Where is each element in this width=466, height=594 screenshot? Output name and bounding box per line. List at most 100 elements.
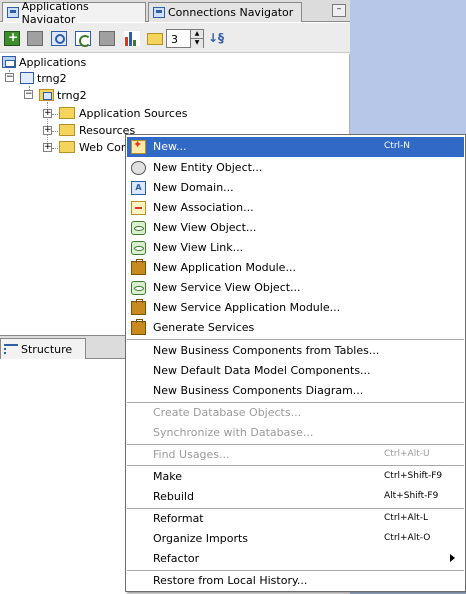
jdeveloper-window: Applications Navigator Connections Navig…: [0, 0, 466, 594]
menu-item-organize-imports[interactable]: Organize Imports Ctrl+Alt-O: [127, 529, 464, 549]
tree-node-applications[interactable]: Applications: [2, 54, 86, 70]
find-icon[interactable]: [51, 31, 67, 46]
minimize-button[interactable]: –: [332, 4, 346, 17]
menu-item-shortcut: Ctrl-N: [384, 141, 410, 151]
menu-item-shortcut: Ctrl+Alt-L: [384, 513, 429, 523]
menu-item-refactor[interactable]: Refactor: [127, 549, 464, 569]
folder-icon[interactable]: [147, 33, 163, 45]
menu-item-shortcut: Ctrl+Alt-U: [384, 449, 430, 459]
expand-icon[interactable]: +: [43, 126, 52, 135]
stepper-down-icon[interactable]: ▼: [190, 39, 203, 48]
menu-item-label: Find Usages...: [153, 448, 230, 461]
level-stepper[interactable]: 3 ▲ ▼: [166, 29, 204, 48]
menu-item-find-usages[interactable]: Find Usages... Ctrl+Alt-U: [127, 445, 464, 465]
application-icon: [20, 72, 34, 84]
tree-node-label: trng2: [37, 71, 67, 85]
project-icon: [39, 89, 54, 101]
menu-separator: [127, 339, 464, 340]
menu-item-label: New Default Data Model Components...: [153, 364, 371, 377]
menu-item-new-domain[interactable]: A New Domain...: [127, 178, 464, 198]
folder-icon: [59, 124, 75, 136]
menu-item-new[interactable]: New... Ctrl-N: [127, 137, 464, 157]
menu-separator: [127, 465, 464, 466]
tree-node-label: trng2: [57, 88, 87, 102]
menu-item-new-service-view-object[interactable]: New Service View Object...: [127, 278, 464, 298]
expand-icon[interactable]: +: [43, 109, 52, 118]
entity-object-icon: [131, 161, 146, 175]
menu-item-label: New Application Module...: [153, 261, 296, 274]
add-icon[interactable]: [4, 30, 20, 46]
menu-item-new-view-object[interactable]: New View Object...: [127, 218, 464, 238]
folder-icon: [59, 107, 75, 119]
navigator-toolbar: 3 ▲ ▼ ↓§: [0, 23, 350, 53]
association-icon: [131, 201, 146, 215]
tab-structure[interactable]: Structure: [0, 338, 86, 359]
menu-item-default-data-model-components[interactable]: New Default Data Model Components...: [127, 361, 464, 381]
tree-node-resources[interactable]: Resources: [59, 122, 135, 138]
generate-services-icon: [131, 319, 146, 335]
menu-item-synchronize-with-database[interactable]: Synchronize with Database...: [127, 423, 464, 443]
menu-item-label: Organize Imports: [153, 532, 249, 545]
menu-item-new-entity-object[interactable]: New Entity Object...: [127, 158, 464, 178]
tree-node-label: Applications: [19, 55, 87, 69]
menu-item-business-components-from-tables[interactable]: New Business Components from Tables...: [127, 341, 464, 361]
menu-item-label: Generate Services: [153, 321, 255, 334]
view-object-icon: [131, 221, 146, 235]
tree-node-project[interactable]: trng2: [39, 87, 87, 103]
tree-node-label: Web Con: [79, 140, 128, 154]
tab-label: Connections Navigator: [168, 6, 294, 19]
tree-node-app[interactable]: trng2: [20, 70, 67, 86]
menu-item-label: New Association...: [153, 201, 254, 214]
menu-item-label: Reformat: [153, 512, 204, 525]
view-link-icon: [131, 241, 146, 255]
navigator-tab-bar: Applications Navigator Connections Navig…: [0, 0, 350, 26]
new-icon: [131, 138, 146, 154]
menu-item-create-database-objects[interactable]: Create Database Objects...: [127, 403, 464, 423]
sync-icon[interactable]: [75, 31, 91, 47]
delete-icon[interactable]: [27, 31, 43, 46]
menu-item-label: New Business Components from Tables...: [153, 344, 380, 357]
folder-icon: [59, 141, 75, 153]
menu-item-restore-from-local-history[interactable]: Restore from Local History...: [127, 571, 464, 591]
menu-item-reformat[interactable]: Reformat Ctrl+Alt-L: [127, 509, 464, 529]
menu-item-label: New Entity Object...: [153, 161, 263, 174]
level-value[interactable]: 3: [171, 33, 178, 46]
sort-icon[interactable]: ↓§: [208, 31, 224, 46]
menu-item-rebuild[interactable]: Rebuild Alt+Shift-F9: [127, 487, 464, 507]
menu-item-label: Refactor: [153, 552, 200, 565]
menu-item-label: New...: [153, 140, 187, 153]
tree-node-application-sources[interactable]: Application Sources: [59, 105, 187, 121]
menu-item-label: Restore from Local History...: [153, 574, 308, 587]
tab-applications-navigator[interactable]: Applications Navigator: [2, 0, 146, 26]
menu-item-new-view-link[interactable]: New View Link...: [127, 238, 464, 258]
service-application-module-icon: [131, 299, 146, 315]
menu-item-make[interactable]: Make Ctrl+Shift-F9: [127, 467, 464, 487]
menu-item-label: New View Link...: [153, 241, 244, 254]
service-view-object-icon: [131, 281, 146, 295]
structure-icon: [4, 344, 18, 354]
menu-item-new-association[interactable]: New Association...: [127, 198, 464, 218]
menu-item-label: New Business Components Diagram...: [153, 384, 364, 397]
tab-label: Applications Navigator: [21, 0, 89, 26]
collapse-icon[interactable]: −: [5, 73, 14, 82]
tree-node-web-content[interactable]: Web Con: [59, 139, 128, 155]
menu-item-label: Make: [153, 470, 182, 483]
tab-connections-navigator[interactable]: Connections Navigator: [148, 2, 302, 22]
connections-navigator-icon: [153, 7, 165, 18]
collapse-icon[interactable]: −: [24, 90, 33, 99]
menu-item-generate-services[interactable]: Generate Services: [127, 318, 464, 338]
menu-item-label: Synchronize with Database...: [153, 426, 314, 439]
menu-item-label: New View Object...: [153, 221, 257, 234]
domain-icon: A: [131, 181, 146, 195]
submenu-arrow-icon: [450, 554, 455, 562]
menu-item-label: New Service View Object...: [153, 281, 301, 294]
menu-item-new-service-application-module[interactable]: New Service Application Module...: [127, 298, 464, 318]
chart-icon[interactable]: [124, 31, 140, 46]
expand-icon[interactable]: +: [43, 143, 52, 152]
menu-item-business-components-diagram[interactable]: New Business Components Diagram...: [127, 381, 464, 401]
menu-item-new-application-module[interactable]: New Application Module...: [127, 258, 464, 278]
menu-item-label: Rebuild: [153, 490, 194, 503]
stepper-up-icon[interactable]: ▲: [190, 30, 203, 39]
properties-icon[interactable]: [99, 31, 115, 46]
menu-item-shortcut: Ctrl+Alt-O: [384, 533, 431, 543]
